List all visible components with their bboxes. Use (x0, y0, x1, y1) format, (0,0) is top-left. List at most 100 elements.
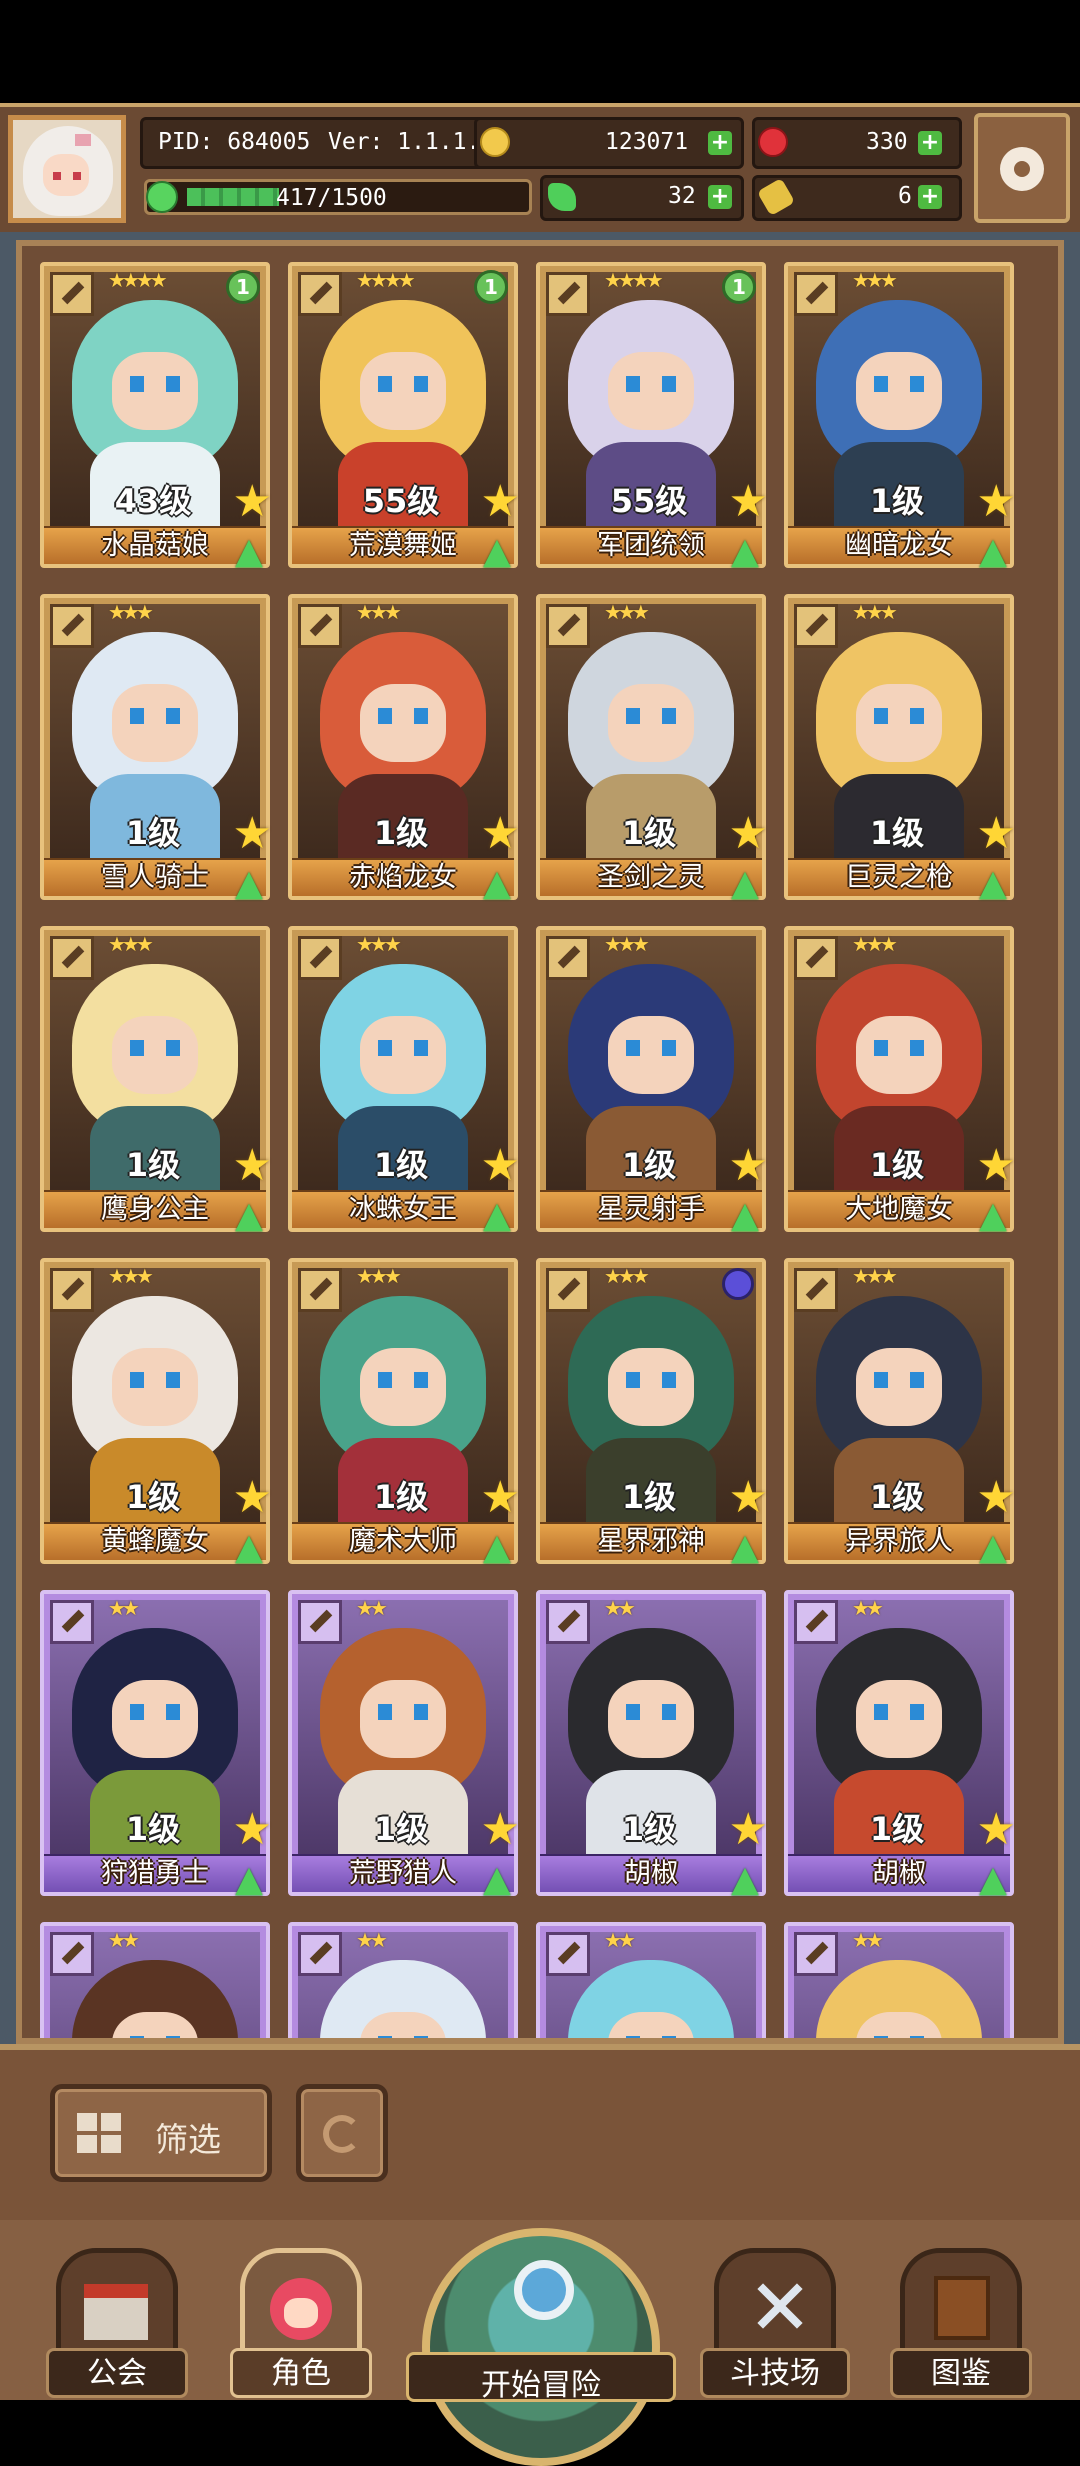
star-up-icon[interactable]: ★ (977, 1476, 1016, 1520)
level-up-arrow-icon[interactable]: ▲ (228, 532, 270, 572)
level-up-arrow-icon[interactable]: ▲ (476, 1196, 518, 1236)
nav-character[interactable]: 角色 (230, 2248, 372, 2398)
character-card[interactable]: ★★ 1级 胡椒 ★ ▲ (784, 1590, 1016, 1900)
nav-arena[interactable]: 斗技场 (700, 2248, 850, 2398)
rarity-stars: ★★★ (356, 1264, 402, 1288)
start-adventure-button[interactable]: 开始冒险 (406, 2228, 676, 2466)
star-up-icon[interactable]: ★ (481, 1476, 520, 1520)
character-card[interactable]: ★★★ 1级 星界邪神 ★ ▲ (536, 1258, 768, 1568)
level-up-arrow-icon[interactable]: ▲ (476, 532, 518, 572)
star-up-icon[interactable]: ★ (977, 812, 1016, 856)
weapon-class-icon (298, 272, 342, 316)
character-card[interactable]: ★★★★ 1 43级 水晶菇娘 ★ ▲ (40, 262, 272, 572)
settings-button[interactable] (974, 113, 1070, 223)
star-up-icon[interactable]: ★ (481, 480, 520, 524)
level-up-arrow-icon[interactable]: ▲ (972, 864, 1014, 904)
star-up-icon[interactable]: ★ (729, 812, 768, 856)
character-card-partial[interactable]: ★★ (288, 1922, 518, 2038)
weapon-class-icon (50, 1600, 94, 1644)
character-level: 1级 (869, 482, 925, 520)
refresh-button[interactable] (296, 2084, 388, 2182)
add-gems-button[interactable]: + (918, 131, 942, 155)
star-up-icon[interactable]: ★ (977, 480, 1016, 524)
level-up-arrow-icon[interactable]: ▲ (228, 864, 270, 904)
character-card-partial[interactable]: ★★ (536, 1922, 766, 2038)
star-up-icon[interactable]: ★ (233, 1808, 272, 1852)
star-up-icon[interactable]: ★ (977, 1144, 1016, 1188)
star-up-icon[interactable]: ★ (233, 812, 272, 856)
character-card[interactable]: ★★★ 1级 赤焰龙女 ★ ▲ (288, 594, 520, 904)
character-card[interactable]: ★★★ 1级 圣剑之灵 ★ ▲ (536, 594, 768, 904)
character-card[interactable]: ★★ 1级 荒野猎人 ★ ▲ (288, 1590, 520, 1900)
add-gold-button[interactable]: + (708, 131, 732, 155)
character-card[interactable]: ★★★ 1级 黄蜂魔女 ★ ▲ (40, 1258, 272, 1568)
star-up-icon[interactable]: ★ (977, 1808, 1016, 1852)
rarity-stars: ★★★ (108, 932, 154, 956)
character-card[interactable]: ★★★ 1级 魔术大师 ★ ▲ (288, 1258, 520, 1568)
star-up-icon[interactable]: ★ (481, 1144, 520, 1188)
player-avatar[interactable] (8, 115, 126, 223)
level-up-arrow-icon[interactable]: ▲ (724, 1528, 766, 1568)
level-up-arrow-icon[interactable]: ▲ (972, 532, 1014, 572)
star-up-icon[interactable]: ★ (233, 480, 272, 524)
level-up-arrow-icon[interactable]: ▲ (724, 532, 766, 572)
character-card[interactable]: ★★★ 1级 异界旅人 ★ ▲ (784, 1258, 1016, 1568)
level-up-arrow-icon[interactable]: ▲ (228, 1528, 270, 1568)
star-up-icon[interactable]: ★ (481, 812, 520, 856)
filter-button[interactable]: 筛选 (50, 2084, 272, 2182)
crossed-swords-icon (752, 2278, 808, 2334)
level-up-arrow-icon[interactable]: ▲ (476, 864, 518, 904)
level-up-arrow-icon[interactable]: ▲ (724, 1860, 766, 1900)
star-up-icon[interactable]: ★ (729, 480, 768, 524)
add-ticket-button[interactable]: + (918, 185, 942, 209)
star-up-icon[interactable]: ★ (729, 1808, 768, 1852)
character-card[interactable]: ★★★ 1级 冰蛛女王 ★ ▲ (288, 926, 520, 1236)
rarity-stars: ★★★ (852, 932, 898, 956)
level-up-arrow-icon[interactable]: ▲ (228, 1860, 270, 1900)
level-up-arrow-icon[interactable]: ▲ (476, 1528, 518, 1568)
character-card[interactable]: ★★★★ 1 55级 军团统领 ★ ▲ (536, 262, 768, 572)
character-level: 1级 (373, 1146, 429, 1184)
star-up-icon[interactable]: ★ (233, 1476, 272, 1520)
nav-guild[interactable]: 公会 (46, 2248, 188, 2398)
level-up-arrow-icon[interactable]: ▲ (972, 1860, 1014, 1900)
character-card[interactable]: ★★ 1级 胡椒 ★ ▲ (536, 1590, 768, 1900)
star-up-icon[interactable]: ★ (233, 1144, 272, 1188)
character-card[interactable]: ★★★ 1级 幽暗龙女 ★ ▲ (784, 262, 1016, 572)
level-up-arrow-icon[interactable]: ▲ (972, 1528, 1014, 1568)
star-up-icon[interactable]: ★ (481, 1808, 520, 1852)
star-up-icon[interactable]: ★ (729, 1144, 768, 1188)
weapon-class-icon (298, 936, 342, 980)
rarity-stars: ★★★ (356, 932, 402, 956)
nav-codex[interactable]: 图鉴 (890, 2248, 1032, 2398)
character-grid[interactable]: ★★★★ 1 43级 水晶菇娘 ★ ▲ ★★★★ 1 55级 荒漠舞姬 ★ ▲ ★★★★ 1 55级 军团统领… (16, 240, 1064, 2044)
character-card[interactable]: ★★★ 1级 雪人骑士 ★ ▲ (40, 594, 272, 904)
rarity-stars: ★★ (604, 1928, 636, 1952)
character-card[interactable]: ★★★ 1级 巨灵之枪 ★ ▲ (784, 594, 1016, 904)
level-up-arrow-icon[interactable]: ▲ (724, 1196, 766, 1236)
rarity-stars: ★★★ (108, 1264, 154, 1288)
character-card[interactable]: ★★★ 1级 星灵射手 ★ ▲ (536, 926, 768, 1236)
character-card[interactable]: ★★ 1级 狩猎勇士 ★ ▲ (40, 1590, 272, 1900)
add-clover-button[interactable]: + (708, 185, 732, 209)
weapon-class-icon (794, 1268, 838, 1312)
filter-label: 筛选 (155, 2120, 221, 2159)
nav-character-label: 角色 (271, 2356, 331, 2391)
level-up-arrow-icon[interactable]: ▲ (724, 864, 766, 904)
level-up-arrow-icon[interactable]: ▲ (228, 1196, 270, 1236)
character-card[interactable]: ★★★ 1级 大地魔女 ★ ▲ (784, 926, 1016, 1236)
character-card[interactable]: ★★★ 1级 鹰身公主 ★ ▲ (40, 926, 272, 1236)
weapon-class-icon (50, 1932, 94, 1976)
weapon-class-icon (50, 1268, 94, 1312)
level-up-arrow-icon[interactable]: ▲ (476, 1860, 518, 1900)
rarity-stars: ★★★ (356, 600, 402, 624)
character-card-partial[interactable]: ★★ (784, 1922, 1014, 2038)
weapon-class-icon (794, 1932, 838, 1976)
character-card[interactable]: ★★★★ 1 55级 荒漠舞姬 ★ ▲ (288, 262, 520, 572)
character-card-partial[interactable]: ★★ (40, 1922, 270, 2038)
rarity-stars: ★★ (356, 1596, 388, 1620)
rarity-stars: ★★★ (108, 600, 154, 624)
level-up-arrow-icon[interactable]: ▲ (972, 1196, 1014, 1236)
star-up-icon[interactable]: ★ (729, 1476, 768, 1520)
ruby-gem-icon (758, 127, 788, 157)
